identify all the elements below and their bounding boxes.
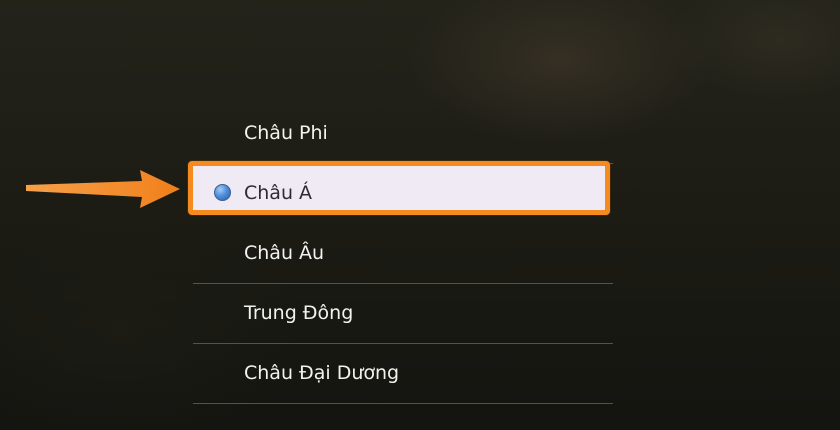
arrow-right-icon xyxy=(26,170,180,208)
list-item-chau-au[interactable]: Châu Âu xyxy=(193,224,613,284)
list-item-label: Châu Á xyxy=(244,182,313,204)
tv-screen: Châu Phi Châu Á Châu Âu Trung Đông Châu … xyxy=(0,0,840,430)
region-list: Châu Phi Châu Á Châu Âu Trung Đông Châu … xyxy=(188,104,613,430)
list-item-label: Châu Phi xyxy=(244,122,328,144)
list-item-label: Trung Đông xyxy=(244,302,354,324)
list-item-label: Châu Đại Dương xyxy=(244,362,400,384)
list-item-chau-a[interactable]: Châu Á xyxy=(188,161,613,224)
list-item-chau-dai-duong[interactable]: Châu Đại Dương xyxy=(193,344,613,404)
list-item-trung-dong[interactable]: Trung Đông xyxy=(193,284,613,344)
list-item-chau-phi[interactable]: Châu Phi xyxy=(193,104,613,164)
radio-selected-icon xyxy=(214,184,231,201)
list-item-partial[interactable] xyxy=(193,404,613,430)
list-item-label: Châu Âu xyxy=(244,242,325,264)
